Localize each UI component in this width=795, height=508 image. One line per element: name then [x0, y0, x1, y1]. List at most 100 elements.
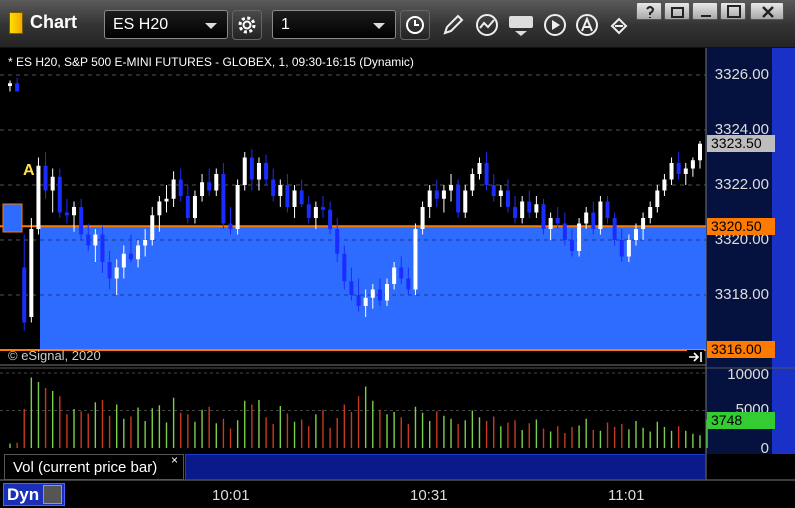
price-bar — [150, 215, 155, 240]
price-bar — [420, 207, 425, 229]
price-bar — [57, 176, 62, 213]
time-axis[interactable] — [0, 481, 795, 508]
price-bar — [292, 190, 297, 207]
window-title: Chart — [30, 12, 78, 32]
chart-description: * ES H20, S&P 500 E-MINI FUTURES - GLOBE… — [8, 55, 414, 69]
price-bar — [207, 182, 212, 191]
maximize-icon — [727, 5, 741, 18]
price-bar — [377, 289, 382, 301]
volume-axis-label: 0 — [760, 440, 769, 457]
price-bar — [79, 207, 84, 235]
price-bar — [441, 190, 446, 199]
price-bar — [463, 190, 468, 213]
price-bar — [427, 190, 432, 207]
maximize-button[interactable] — [720, 2, 746, 20]
price-bar — [690, 160, 695, 169]
link-button[interactable] — [604, 10, 634, 40]
price-bar — [8, 83, 12, 86]
price-bar — [157, 201, 162, 216]
chart-toolbar: Chart ES H20 1 — [0, 0, 795, 48]
help-button[interactable] — [636, 2, 662, 20]
price-bar — [662, 179, 667, 191]
price-bar — [641, 218, 646, 229]
price-bar — [200, 182, 205, 196]
chart-window-icon — [9, 12, 23, 34]
play-button[interactable] — [540, 10, 570, 40]
price-bar — [29, 229, 34, 317]
price-bar — [15, 83, 20, 92]
price-axis-label: 3326.00 — [714, 66, 769, 83]
price-bar — [505, 190, 510, 207]
play-icon — [544, 14, 566, 36]
minimize-button[interactable] — [692, 2, 718, 20]
chevron-down-icon[interactable] — [205, 23, 217, 29]
price-bar — [484, 163, 489, 185]
chevron-down-icon[interactable] — [373, 23, 385, 29]
price-bar — [605, 201, 610, 218]
time-axis-label: 11:01 — [608, 487, 645, 504]
chart-settings-button[interactable] — [232, 10, 262, 40]
price-bar — [562, 223, 567, 240]
interval-value: 1 — [281, 16, 290, 33]
price-bar — [633, 229, 638, 240]
interval-combobox[interactable]: 1 — [272, 10, 396, 39]
level-low-tag[interactable]: 3316.00 — [707, 341, 775, 358]
lock-icon[interactable] — [43, 485, 62, 504]
price-bar — [541, 204, 546, 229]
symbol-combobox[interactable]: ES H20 — [104, 10, 228, 39]
price-bar — [406, 278, 411, 290]
price-bar — [363, 297, 368, 306]
time-templates-button[interactable] — [400, 10, 430, 40]
price-bar — [598, 201, 603, 229]
draw-tool-button[interactable] — [438, 10, 468, 40]
get-data-button[interactable] — [506, 10, 536, 40]
price-bar — [548, 218, 553, 229]
price-bar — [591, 212, 596, 229]
volume-study-label[interactable]: Vol (current price bar) — [4, 454, 184, 480]
price-axis-label: 3322.00 — [714, 176, 769, 193]
current-price-tag: 3323.50 — [707, 135, 775, 152]
restore-button[interactable] — [664, 2, 690, 20]
price-bar — [114, 267, 119, 279]
price-bar — [171, 179, 176, 199]
price-chart[interactable] — [0, 48, 795, 481]
studies-button[interactable] — [472, 10, 502, 40]
alerts-button[interactable] — [572, 10, 602, 40]
close-study-icon[interactable]: × — [171, 453, 178, 467]
price-bar — [392, 267, 397, 284]
scroll-to-end-icon[interactable] — [687, 350, 704, 363]
price-bar — [264, 163, 269, 180]
minimize-icon — [701, 15, 711, 17]
price-bar — [136, 245, 141, 260]
restore-icon — [671, 7, 684, 18]
price-bar — [121, 253, 126, 268]
price-bar — [72, 207, 77, 216]
price-bar — [520, 201, 525, 218]
level-high-tag[interactable]: 3320.50 — [707, 218, 775, 235]
axis-scrollbar[interactable] — [772, 48, 795, 454]
price-bar — [669, 163, 674, 180]
price-bar — [513, 207, 518, 218]
price-bar — [612, 218, 617, 240]
price-bar — [619, 240, 624, 257]
get-icon — [509, 16, 533, 36]
price-bar — [278, 185, 283, 196]
study-chart-icon — [476, 14, 498, 36]
price-bar — [143, 240, 148, 246]
gear-icon — [238, 16, 256, 34]
price-axis-label: 3318.00 — [714, 286, 769, 303]
volume-current-tag: 3748 — [707, 412, 775, 429]
price-bar — [527, 201, 532, 213]
price-bar — [370, 289, 375, 298]
price-bar — [107, 262, 112, 279]
price-bar — [271, 179, 276, 196]
time-axis-label: 10:31 — [410, 487, 448, 504]
price-bar — [164, 198, 169, 202]
price-bar — [349, 281, 354, 295]
price-bar — [655, 190, 660, 207]
price-bar — [320, 207, 325, 210]
price-bar — [214, 174, 219, 191]
close-button[interactable] — [750, 2, 784, 20]
volume-axis-label: 10000 — [727, 366, 769, 383]
marker-a[interactable]: A — [23, 162, 35, 180]
